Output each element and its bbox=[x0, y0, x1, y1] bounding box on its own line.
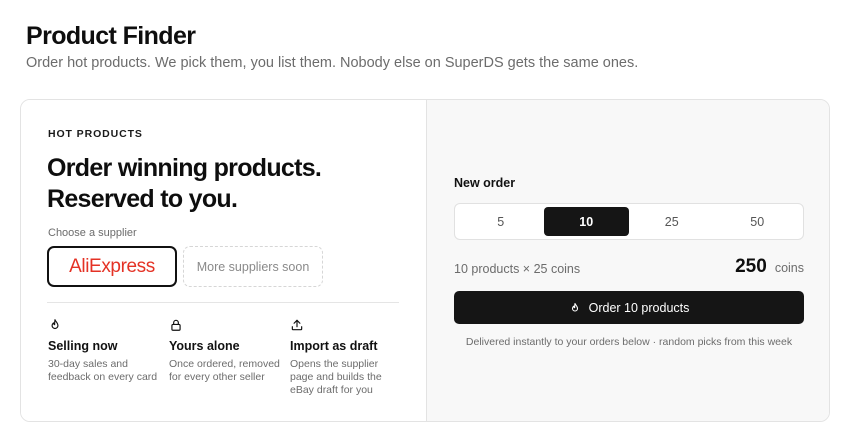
feature-description: Once ordered, removed for every other se… bbox=[169, 358, 280, 383]
headline-line-1: Order winning products. bbox=[47, 154, 322, 182]
order-calculation: 10 products × 25 coins bbox=[454, 262, 581, 276]
headline-line-2: Reserved to you. bbox=[47, 185, 238, 213]
product-finder-card: HOT PRODUCTS Order winning products. Res… bbox=[20, 99, 830, 422]
quantity-option-5[interactable]: 5 bbox=[458, 207, 544, 236]
coins-unit: coins bbox=[774, 261, 804, 275]
quantity-option-50[interactable]: 50 bbox=[715, 207, 801, 236]
feature-import-as-draft: Import as draft Opens the supplier page … bbox=[290, 318, 402, 397]
page-title: Product Finder bbox=[26, 22, 196, 50]
feature-title: Import as draft bbox=[290, 339, 378, 353]
supplier-option-aliexpress[interactable]: AliExpress bbox=[47, 246, 177, 287]
feature-title: Selling now bbox=[48, 339, 118, 353]
feature-title: Yours alone bbox=[169, 339, 240, 353]
hot-products-panel: HOT PRODUCTS Order winning products. Res… bbox=[21, 100, 426, 421]
new-order-panel: New order 5 10 25 50 10 products × 25 co… bbox=[426, 100, 829, 421]
upload-icon bbox=[291, 319, 303, 331]
flame-icon bbox=[571, 302, 578, 312]
coins-total: 250 coins bbox=[735, 256, 804, 278]
supplier-label: Choose a supplier bbox=[48, 227, 137, 239]
feature-selling-now: Selling now 30-day sales and feedback on… bbox=[48, 318, 160, 384]
page-subtitle: Order hot products. We pick them, you li… bbox=[26, 55, 639, 71]
feature-yours-alone: Yours alone Once ordered, removed for ev… bbox=[169, 318, 281, 384]
feature-description: 30-day sales and feedback on every card bbox=[48, 358, 158, 383]
new-order-label: New order bbox=[454, 176, 516, 190]
delivery-note: Delivered instantly to your orders below… bbox=[465, 336, 793, 348]
quantity-selector: 5 10 25 50 bbox=[454, 203, 804, 240]
flame-icon bbox=[51, 319, 59, 330]
divider bbox=[47, 302, 399, 303]
hero-headline: Order winning products. Reserved to you. bbox=[47, 153, 407, 215]
feature-description: Opens the supplier page and builds the e… bbox=[290, 358, 382, 396]
section-eyebrow: HOT PRODUCTS bbox=[48, 128, 143, 140]
coins-total-value: 250 bbox=[735, 256, 767, 277]
order-button-label: Order 10 products bbox=[588, 300, 690, 315]
order-products-button[interactable]: Order 10 products bbox=[454, 291, 804, 324]
aliexpress-logo: AliExpress bbox=[69, 255, 155, 277]
lock-icon bbox=[171, 319, 181, 331]
quantity-option-25[interactable]: 25 bbox=[629, 207, 715, 236]
quantity-option-10[interactable]: 10 bbox=[543, 207, 629, 236]
supplier-option-coming-soon: More suppliers soon bbox=[183, 246, 323, 287]
